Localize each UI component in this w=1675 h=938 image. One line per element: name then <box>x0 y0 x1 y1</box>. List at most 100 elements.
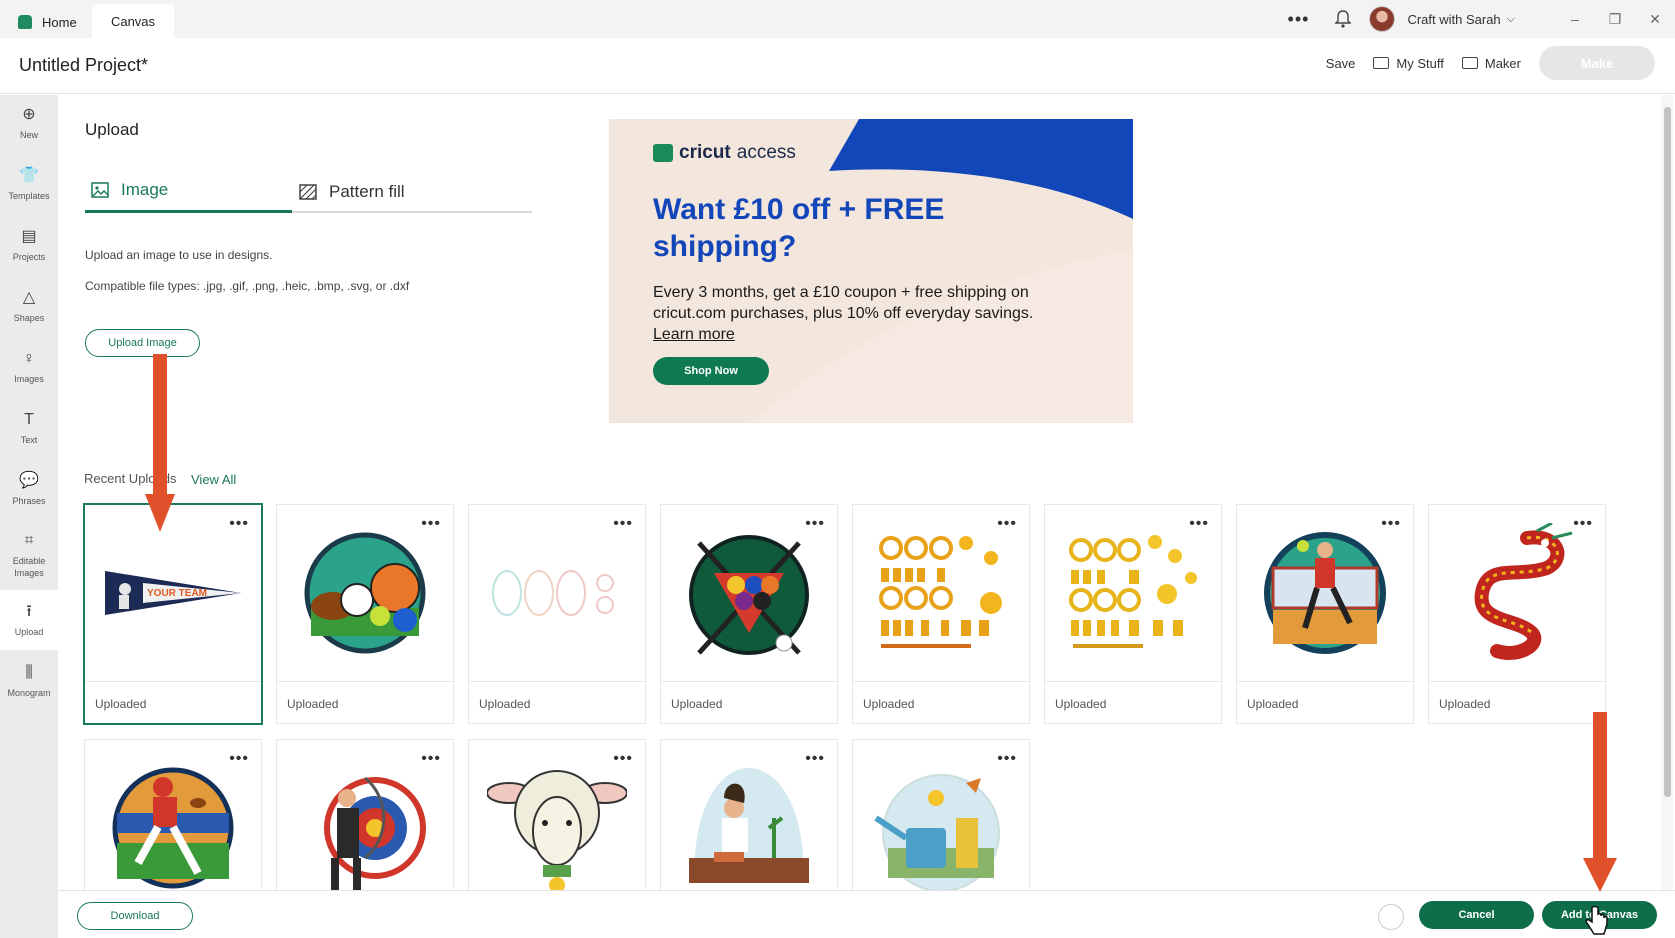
chevron-down-icon[interactable]: ⌵ <box>1507 13 1515 26</box>
ad-headline: Want £10 off + FREE shipping? <box>653 193 945 263</box>
hand-cursor-icon <box>1585 906 1608 935</box>
upload-card[interactable]: ••• <box>661 740 837 890</box>
view-all-link[interactable]: View All <box>191 472 236 487</box>
card-caption: Uploaded <box>1237 681 1413 725</box>
envelope-icon <box>1373 57 1390 69</box>
nav-monogram-label: Monogram <box>7 688 51 698</box>
nav-projects-label: Projects <box>12 252 46 262</box>
upload-icon: ⭱ <box>26 603 32 620</box>
shapes-icon: △ <box>22 289 36 306</box>
nav-monogram[interactable]: ⫼ Monogram <box>0 651 58 711</box>
nav-templates[interactable]: 👕 Templates <box>0 156 58 212</box>
learn-more-link[interactable]: Learn more <box>653 326 735 343</box>
pennant-text: YOUR TEAM <box>147 588 207 599</box>
card-more-icon[interactable]: ••• <box>229 515 249 533</box>
upload-card[interactable]: ••• Uploaded <box>277 505 453 723</box>
tab-canvas-label: Canvas <box>110 13 156 29</box>
card-more-icon[interactable]: ••• <box>997 750 1017 768</box>
card-more-icon[interactable]: ••• <box>421 750 441 768</box>
card-caption: Uploaded <box>277 681 453 725</box>
nav-upload[interactable]: ⭱ Upload <box>0 590 58 650</box>
nav-new[interactable]: ⊕ New <box>0 95 58 151</box>
user-name[interactable]: Craft with Sarah <box>1407 12 1500 27</box>
upload-image-button[interactable]: Upload Image <box>85 329 200 357</box>
card-more-icon[interactable]: ••• <box>613 750 633 768</box>
card-more-icon[interactable]: ••• <box>805 750 825 768</box>
save-button[interactable]: Save <box>1326 56 1356 71</box>
card-more-icon[interactable]: ••• <box>1189 515 1209 533</box>
cricut-access-ad: cricut access Want £10 off + FREE shippi… <box>609 119 1133 423</box>
scrollbar-thumb[interactable] <box>1664 107 1671 797</box>
upload-description: Upload an image to use in designs. <box>85 248 273 262</box>
upload-card[interactable]: ••• Uploaded <box>661 505 837 723</box>
minimize-icon[interactable]: – <box>1555 11 1595 27</box>
shop-now-button[interactable]: Shop Now <box>653 357 769 385</box>
vertical-scrollbar[interactable] <box>1661 95 1673 890</box>
bell-icon[interactable] <box>1335 10 1352 28</box>
logo-light-text: access <box>736 142 796 163</box>
upload-card[interactable]: ••• Uploaded <box>469 505 645 723</box>
ad-body-text: Every 3 months, get a £10 coupon + free … <box>653 284 1034 322</box>
card-more-icon[interactable]: ••• <box>1381 515 1401 533</box>
my-stuff-label: My Stuff <box>1396 55 1444 71</box>
upload-card[interactable]: ••• <box>853 740 1029 890</box>
nav-images[interactable]: ♀ Images <box>0 339 58 395</box>
card-caption: Uploaded <box>85 681 261 725</box>
nav-new-label: New <box>19 130 38 140</box>
nav-phrases[interactable]: 💬 Phrases <box>0 461 58 517</box>
upload-card[interactable]: ••• <box>469 740 645 890</box>
avatar[interactable] <box>1369 6 1396 32</box>
pattern-icon <box>299 183 317 200</box>
card-caption: Uploaded <box>661 681 837 725</box>
tab-home[interactable]: Home <box>10 6 85 38</box>
nav-text-label: Text <box>20 435 38 445</box>
nav-shapes[interactable]: △ Shapes <box>0 278 58 334</box>
upload-card[interactable]: ••• Uploaded <box>1045 505 1221 723</box>
machine-icon <box>1461 57 1478 69</box>
cricut-access-logo: cricut access <box>653 142 796 164</box>
nav-upload-label: Upload <box>14 627 44 637</box>
close-icon[interactable]: ✕ <box>1635 11 1675 28</box>
card-caption: Uploaded <box>469 681 645 725</box>
title-bar: Home Canvas ••• Craft with Sarah ⌵ – ❐ ✕ <box>0 0 1675 38</box>
restore-icon[interactable]: ❐ <box>1595 11 1635 28</box>
tab-pattern-fill[interactable]: Pattern fill <box>297 170 405 213</box>
more-options-icon[interactable]: ••• <box>1288 9 1310 30</box>
cancel-button[interactable]: Cancel <box>1419 901 1534 929</box>
nav-images-label: Images <box>14 374 44 384</box>
card-more-icon[interactable]: ••• <box>421 515 441 533</box>
tab-image[interactable]: Image <box>85 170 292 213</box>
upload-card[interactable]: YOUR TEAM ••• Uploaded <box>85 505 261 723</box>
download-button[interactable]: Download <box>77 902 193 930</box>
logo-bold-text: cricut <box>679 142 731 163</box>
upload-card[interactable]: ••• Uploaded <box>853 505 1029 723</box>
upload-card[interactable]: ••• Uploaded <box>1429 505 1605 723</box>
tab-canvas[interactable]: Canvas <box>92 4 174 38</box>
upload-card[interactable]: ••• Uploaded <box>1237 505 1413 723</box>
cricut-logo-icon <box>653 144 673 162</box>
nav-projects[interactable]: ▤ Projects <box>0 217 58 273</box>
clipboard-icon: ▤ <box>21 228 37 245</box>
upload-title: Upload <box>85 120 139 139</box>
file-types-text: Compatible file types: .jpg, .gif, .png,… <box>85 279 410 293</box>
card-more-icon[interactable]: ••• <box>613 515 633 533</box>
upload-tabs: Image Pattern fill <box>85 170 532 213</box>
upload-card[interactable]: ••• <box>277 740 453 890</box>
card-more-icon[interactable]: ••• <box>997 515 1017 533</box>
nav-editable-images-label: Editable Images <box>12 556 46 578</box>
arrow-down-icon <box>145 354 175 532</box>
card-more-icon[interactable]: ••• <box>1573 515 1593 533</box>
upload-card[interactable]: ••• <box>85 740 261 890</box>
nav-editable-images[interactable]: ⌗ Editable Images <box>0 522 58 588</box>
nav-text[interactable]: T Text <box>0 400 58 456</box>
save-label: Save <box>1325 55 1356 71</box>
my-stuff-button[interactable]: My Stuff <box>1373 55 1444 71</box>
make-button[interactable]: Make <box>1539 46 1655 80</box>
card-more-icon[interactable]: ••• <box>805 515 825 533</box>
project-header: Untitled Project* Save My Stuff Maker Ma… <box>0 38 1675 94</box>
card-more-icon[interactable]: ••• <box>229 750 249 768</box>
tab-pattern-label: Pattern fill <box>329 181 405 201</box>
monogram-icon: ⫼ <box>25 664 33 681</box>
maker-button[interactable]: Maker <box>1461 56 1521 71</box>
nav-phrases-label: Phrases <box>12 496 46 506</box>
